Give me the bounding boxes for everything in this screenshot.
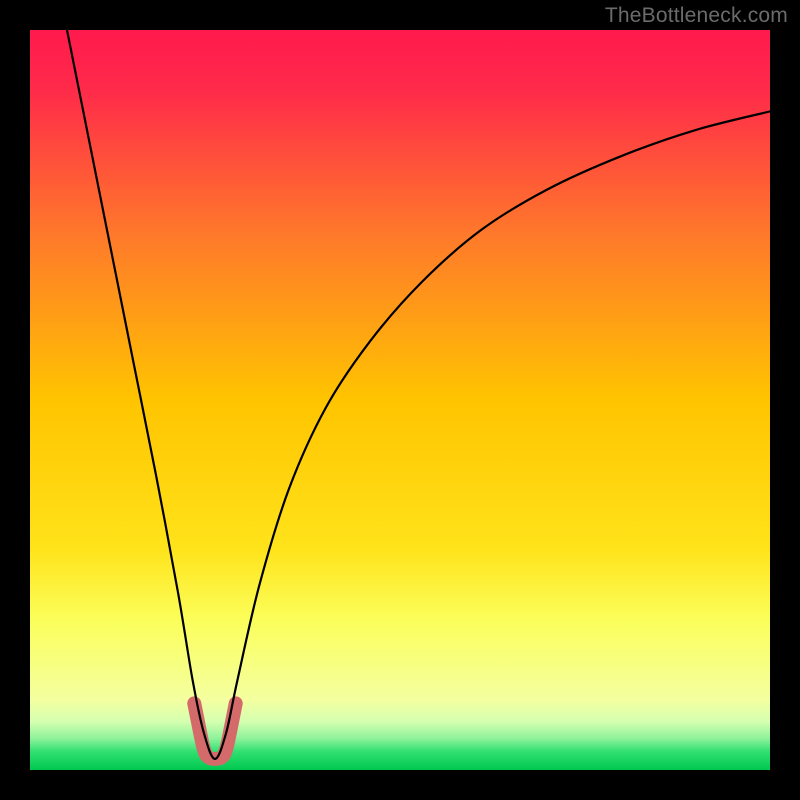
plot-svg bbox=[30, 30, 770, 770]
watermark-label: TheBottleneck.com bbox=[605, 4, 788, 28]
chart-stage: TheBottleneck.com bbox=[0, 0, 800, 800]
plot-area bbox=[30, 30, 770, 770]
